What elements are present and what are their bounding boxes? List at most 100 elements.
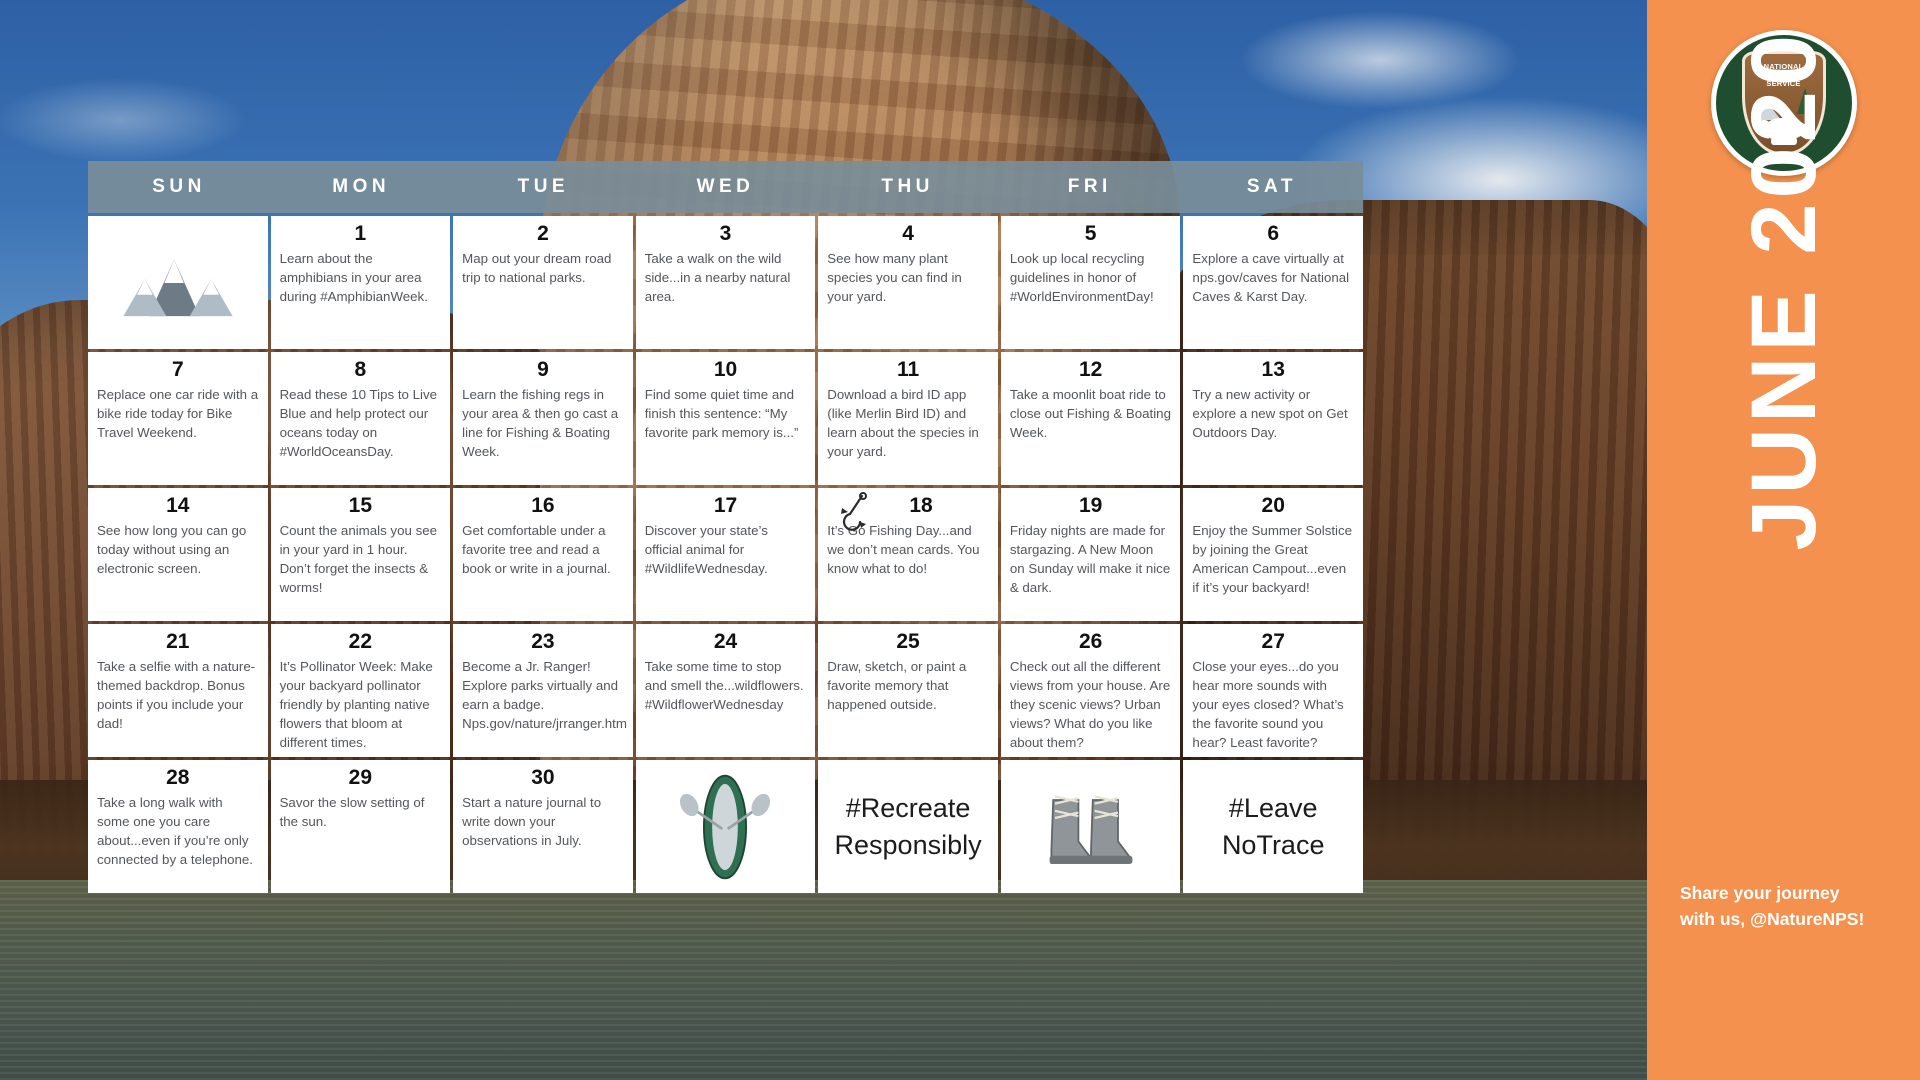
dow-fri: FRI: [1067, 176, 1112, 197]
day-activity-text: Savor the slow setting of the sun.: [279, 795, 425, 829]
day-of-week-header: SUN MON TUE WED THU FRI SAT: [88, 161, 1363, 213]
calendar-day-8[interactable]: 8 Read these 10 Tips to Live Blue and hel…: [270, 352, 451, 485]
calendar-day-23[interactable]: 23 Become a Jr. Ranger! Explore parks vir…: [453, 624, 633, 757]
day-activity-text: Learn the fishing regs in your area & th…: [462, 387, 619, 459]
calendar-day-11[interactable]: 11 Download a bird ID app (like Merlin Bi…: [818, 352, 998, 485]
calendar-day-28[interactable]: 28 Take a long walk with some one you car…: [88, 760, 268, 893]
dow-thu: THU: [881, 176, 934, 197]
month-title-text: JUNE 2020: [1732, 29, 1835, 551]
day-activity-text: Enjoy the Summer Solstice by joining the…: [1192, 523, 1353, 595]
day-number: 11: [896, 358, 920, 381]
day-number: 30: [531, 766, 555, 789]
canoe-paddle-illustration[interactable]: [635, 760, 816, 893]
day-number: 8: [354, 358, 367, 381]
calendar-day-13[interactable]: 13 Try a new activity or explore a new sp…: [1183, 352, 1363, 485]
calendar-day-12[interactable]: 12 Take a moonlit boat ride to close out …: [1000, 352, 1181, 485]
calendar-week-row: 7 Replace one car ride with a bike ride t…: [88, 352, 1363, 485]
calendar-day-25[interactable]: 25 Draw, sketch, or paint a favorite memo…: [818, 624, 998, 757]
day-number: 23: [531, 630, 555, 653]
day-activity-text: Learn about the amphibians in your area …: [279, 251, 428, 304]
day-activity-text: Take a walk on the wild side...in a near…: [644, 251, 791, 304]
day-number: 2: [537, 222, 549, 245]
day-number: 5: [1084, 222, 1097, 245]
day-activity-text: Count the animals you see in your yard i…: [279, 523, 438, 595]
day-activity-text: Check out all the different views from y…: [1009, 659, 1171, 750]
calendar-day-17[interactable]: 17 Discover your state’s official animal …: [635, 488, 816, 621]
calendar-day-16[interactable]: 16 Get comfortable under a favorite tree …: [453, 488, 633, 621]
social-callout-line-2: with us, @NatureNPS!: [1680, 908, 1865, 929]
calendar-day-30[interactable]: 30 Start a nature journal to write down y…: [453, 760, 633, 893]
day-activity-text: See how long you can go today without us…: [97, 523, 247, 576]
month-title: JUNE 2020: [1464, 30, 1920, 551]
day-activity-text: See how many plant species you can find …: [827, 251, 962, 304]
hashtag-text: #Recreate Responsibly: [834, 793, 982, 860]
day-number: 22: [348, 630, 373, 653]
day-activity-text: Draw, sketch, or paint a favorite memory…: [827, 659, 967, 712]
day-number: 14: [166, 494, 190, 517]
day-activity-text: Try a new activity or explore a new spot…: [1192, 387, 1348, 440]
day-activity-text: Start a nature journal to write down you…: [462, 795, 602, 848]
calendar-day-7[interactable]: 7 Replace one car ride with a bike ride t…: [88, 352, 268, 485]
calendar-day-1[interactable]: 1 Learn about the amphibians in your area…: [270, 216, 451, 349]
calendar-day-2[interactable]: 2 Map out your dream road trip to nationa…: [453, 216, 633, 349]
dow-mon: MON: [332, 176, 391, 197]
day-activity-text: Become a Jr. Ranger! Explore parks virtu…: [462, 659, 627, 731]
day-activity-text: Read these 10 Tips to Live Blue and help…: [279, 387, 438, 459]
calendar-day-21[interactable]: 21 Take a selfie with a nature-themed bac…: [88, 624, 268, 757]
calendar-grid: SUN MON TUE WED THU FRI SAT 1 Learn about…: [88, 161, 1363, 893]
day-number: 20: [1261, 494, 1285, 517]
social-callout-line-1: Share your journey: [1680, 883, 1840, 904]
calendar-day-5[interactable]: 5 Look up local recycling guidelines in h…: [1000, 216, 1181, 349]
day-activity-text: Friday nights are made for stargazing. A…: [1009, 523, 1171, 595]
day-activity-text: Explore a cave virtually at nps.gov/cave…: [1192, 251, 1350, 304]
day-number: 4: [902, 222, 914, 245]
mountains-illustration[interactable]: [88, 216, 268, 349]
day-number: 10: [713, 358, 738, 381]
day-activity-text: Take some time to stop and smell the...w…: [644, 659, 804, 712]
day-number: 21: [166, 630, 190, 653]
day-number: 27: [1261, 630, 1285, 653]
calendar-day-27[interactable]: 27 Close your eyes...do you hear more sou…: [1183, 624, 1363, 757]
dow-tue: TUE: [517, 176, 570, 197]
dow-sat: SAT: [1246, 176, 1297, 197]
calendar-day-19[interactable]: 19 Friday nights are made for stargazing.…: [1000, 488, 1181, 621]
day-activity-text: Replace one car ride with a bike ride to…: [97, 387, 259, 440]
calendar-day-9[interactable]: 9 Learn the fishing regs in your area & t…: [453, 352, 633, 485]
day-number: 17: [713, 494, 738, 517]
sidebar: NATIONAL PARK SERVICE JUNE 2020 Share yo…: [1647, 0, 1920, 1080]
day-number: 29: [348, 766, 373, 789]
calendar-week-row: 21 Take a selfie with a nature-themed bac…: [88, 624, 1363, 757]
calendar-day-6[interactable]: 6 Explore a cave virtually at nps.gov/cav…: [1183, 216, 1363, 349]
calendar-day-29[interactable]: 29 Savor the slow setting of the sun.: [270, 760, 451, 893]
hashtag-cell[interactable]: #Recreate Responsibly: [818, 760, 998, 893]
calendar-day-22[interactable]: 22 It’s Pollinator Week: Make your backya…: [270, 624, 451, 757]
day-number: 28: [166, 766, 190, 789]
hashtag-cell[interactable]: #Leave NoTrace: [1183, 760, 1363, 893]
calendar-day-24[interactable]: 24 Take some time to stop and smell the..…: [635, 624, 816, 757]
day-activity-text: Take a long walk with some one you care …: [97, 795, 253, 867]
hiking-boots-illustration[interactable]: [1000, 760, 1181, 893]
calendar-day-26[interactable]: 26 Check out all the different views from…: [1000, 624, 1181, 757]
calendar-day-15[interactable]: 15 Count the animals you see in your yard…: [270, 488, 451, 621]
day-number: 7: [171, 358, 184, 381]
calendar-day-10[interactable]: 10 Find some quiet time and finish this s…: [635, 352, 816, 485]
calendar-day-14[interactable]: 14 See how long you can go today without …: [88, 488, 268, 621]
day-number: 9: [537, 358, 549, 381]
day-number: 16: [531, 494, 555, 517]
calendar-day-18[interactable]: 18 It’s Go Fishing Day...and we don’t mea…: [818, 488, 998, 621]
day-activity-text: Download a bird ID app (like Merlin Bird…: [827, 387, 979, 459]
calendar-week-row: 28 Take a long walk with some one you car…: [88, 760, 1363, 893]
day-number: 3: [719, 222, 732, 245]
day-number: 15: [348, 494, 373, 517]
day-activity-text: Take a moonlit boat ride to close out Fi…: [1009, 387, 1171, 440]
day-activity-text: Look up local recycling guidelines in ho…: [1009, 251, 1154, 304]
day-number: 25: [896, 630, 920, 653]
dow-wed: WED: [696, 176, 755, 197]
calendar-day-3[interactable]: 3 Take a walk on the wild side...in a nea…: [635, 216, 816, 349]
calendar-day-20[interactable]: 20 Enjoy the Summer Solstice by joining t…: [1183, 488, 1363, 621]
day-activity-text: Take a selfie with a nature-themed backd…: [97, 659, 256, 731]
day-number: 12: [1078, 358, 1103, 381]
calendar-day-4[interactable]: 4 See how many plant species you can find…: [818, 216, 998, 349]
calendar-week-row: 14 See how long you can go today without …: [88, 488, 1363, 621]
dow-sun: SUN: [152, 176, 206, 197]
